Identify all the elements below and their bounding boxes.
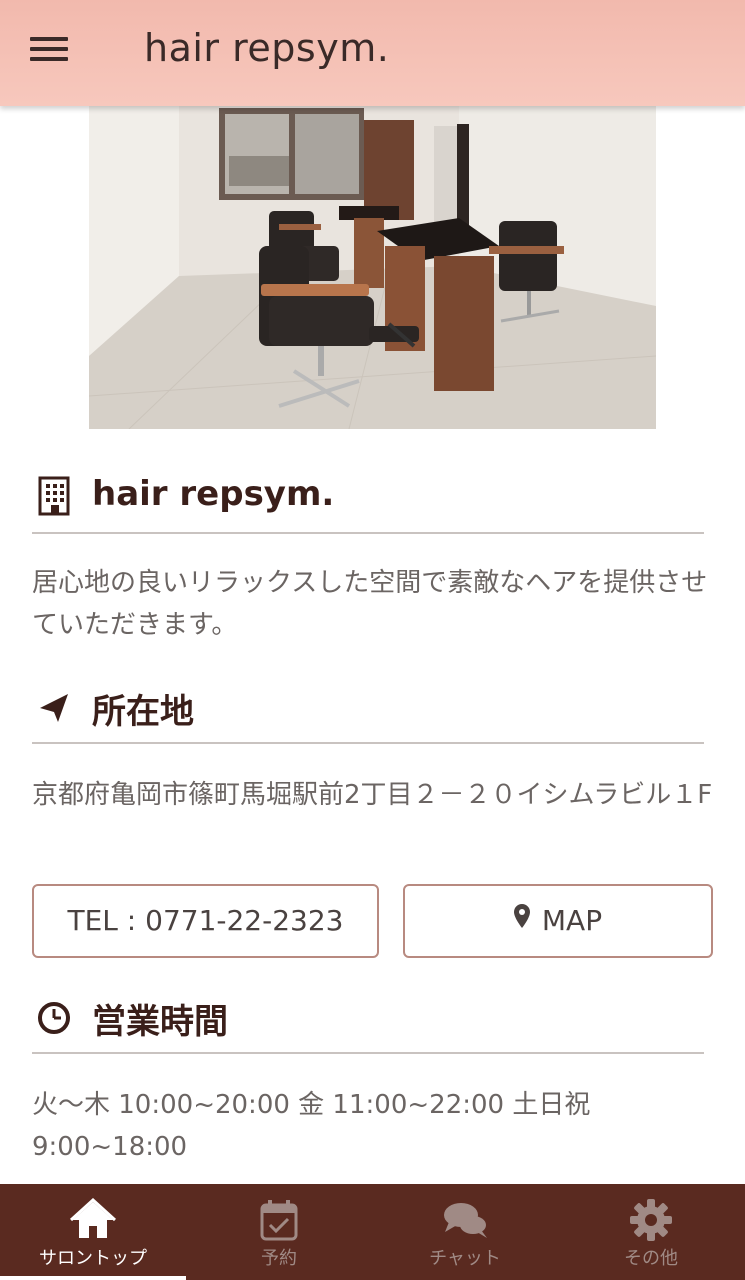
clock-icon [36, 996, 72, 1036]
tel-label: TEL : 0771-22-2323 [67, 904, 344, 937]
map-label: MAP [541, 904, 603, 937]
salon-description: 居心地の良いリラックスした空間で素敵なヘアを提供させていただきます。 [32, 568, 708, 640]
location-arrow-icon [36, 686, 72, 726]
gear-icon [627, 1198, 675, 1242]
salon-name-header: hair repsym. [32, 464, 704, 534]
map-pin-icon [513, 884, 530, 954]
salon-name: hair repsym. [92, 474, 335, 514]
tab-label: 予約 [261, 1248, 297, 1269]
tab-salon-top[interactable]: サロントップ [0, 1184, 186, 1280]
address-text: 京都府亀岡市篠町馬堀駅前2丁目２－２０イシムラビル１F [32, 780, 713, 810]
app-title: hair repsym. [144, 26, 390, 70]
hamburger-menu-icon[interactable] [30, 36, 70, 66]
hours-title: 営業時間 [92, 1002, 228, 1042]
calendar-check-icon [255, 1198, 303, 1242]
location-title: 所在地 [92, 692, 194, 732]
map-button[interactable]: MAP [403, 884, 713, 958]
tab-label: その他 [624, 1248, 678, 1269]
tab-chat[interactable]: チャット [372, 1184, 558, 1280]
home-icon [69, 1197, 117, 1242]
building-icon [36, 476, 72, 516]
bottom-tab-bar: サロントップ 予約 チャット その他 [0, 1184, 745, 1280]
tel-button[interactable]: TEL : 0771-22-2323 [32, 884, 379, 958]
tab-reservation[interactable]: 予約 [186, 1184, 372, 1280]
hours-text: 火〜木 10:00~20:00 金 11:00~22:00 土日祝 9:00~1… [32, 1090, 591, 1162]
hours-header: 営業時間 [32, 984, 704, 1054]
tab-other[interactable]: その他 [558, 1184, 744, 1280]
chat-bubbles-icon [441, 1198, 489, 1242]
app-header: hair repsym. [0, 0, 745, 106]
location-header: 所在地 [32, 674, 704, 744]
tab-label: サロントップ [39, 1248, 147, 1269]
tab-label: チャット [429, 1248, 501, 1269]
salon-photo [89, 106, 656, 429]
